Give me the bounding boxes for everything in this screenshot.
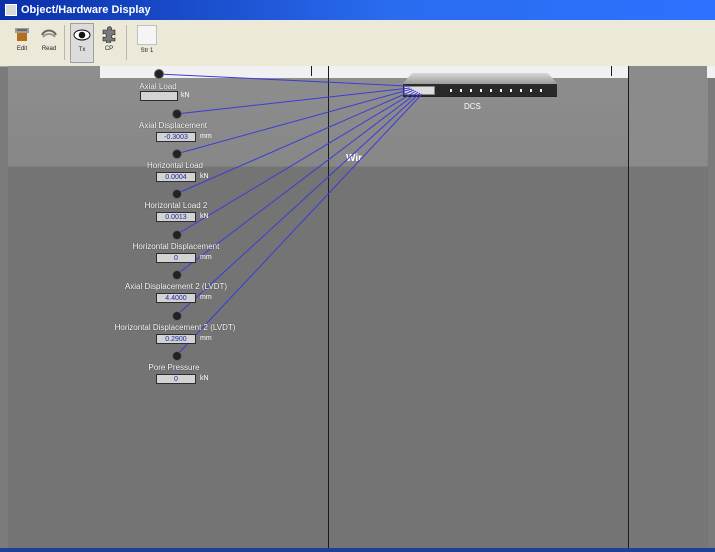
sensor-icon-horizontal-displacement-2[interactable] xyxy=(172,311,182,321)
channel-value-axial-displacement-2[interactable]: 4.4000 xyxy=(156,293,196,303)
channel-value-horizontal-displacement[interactable]: 0 xyxy=(156,253,196,263)
header-divider-2 xyxy=(611,66,612,76)
blank-icon xyxy=(137,25,157,45)
channel-label-horizontal-displacement-2: Horizontal Displacement 2 (LVDT) xyxy=(114,323,236,332)
toolbar-label-tx: Tx xyxy=(78,47,86,53)
window-title: Object/Hardware Display xyxy=(21,4,151,16)
dcs-device-ports xyxy=(450,89,546,92)
puzzle-icon xyxy=(102,26,116,43)
channel-unit-horizontal-displacement: mm xyxy=(200,254,212,261)
channel-unit-horizontal-load: kN xyxy=(200,173,209,180)
eye-icon xyxy=(73,29,91,41)
channel-value-axial-load[interactable] xyxy=(140,91,178,101)
dcs-device-panel xyxy=(404,86,435,95)
display-canvas xyxy=(8,66,708,550)
column-divider-right xyxy=(628,66,629,550)
toolbar-button-str1[interactable]: Str 1 xyxy=(134,23,160,63)
sensor-icon-axial-displacement[interactable] xyxy=(172,109,182,119)
toolbar-label-read: Read xyxy=(41,46,57,52)
canvas-top-strip xyxy=(100,66,715,78)
overlay-text: Wir xyxy=(346,153,363,164)
sensor-icon-axial-load[interactable] xyxy=(154,69,164,79)
channel-label-pore-pressure: Pore Pressure xyxy=(148,363,200,372)
channel-label-horizontal-load: Horizontal Load xyxy=(146,161,204,170)
channel-unit-axial-displacement: mm xyxy=(200,133,212,140)
channel-value-pore-pressure[interactable]: 0 xyxy=(156,374,196,384)
sensor-icon-horizontal-load[interactable] xyxy=(172,149,182,159)
sensor-icon-axial-displacement-2[interactable] xyxy=(172,270,182,280)
channel-label-horizontal-load-2: Horizontal Load 2 xyxy=(144,201,208,210)
channel-label-axial-load: Axial Load xyxy=(139,82,177,91)
channel-value-horizontal-load[interactable]: 0.0004 xyxy=(156,172,196,182)
toolbar-button-edit[interactable]: Edit xyxy=(10,23,34,63)
channel-label-axial-displacement-2: Axial Displacement 2 (LVDT) xyxy=(124,282,228,291)
toolbar-separator-2 xyxy=(126,25,127,60)
right-pane xyxy=(628,66,707,550)
channel-unit-pore-pressure: kN xyxy=(200,375,209,382)
sensor-icon-pore-pressure[interactable] xyxy=(172,351,182,361)
column-divider-left xyxy=(328,66,329,550)
toolbar-button-tx[interactable]: Tx xyxy=(70,23,94,63)
toolbar-separator xyxy=(64,25,65,60)
toolbar-label-str1: Str 1 xyxy=(140,48,154,54)
channel-label-horizontal-displacement: Horizontal Displacement xyxy=(132,242,220,251)
sensor-icon-horizontal-load-2[interactable] xyxy=(172,189,182,199)
channel-value-horizontal-displacement-2[interactable]: 0.2900 xyxy=(156,334,196,344)
status-strip xyxy=(0,548,715,552)
read-icon xyxy=(41,29,57,38)
channel-unit-axial-displacement-2: mm xyxy=(200,294,212,301)
toolbar-label-cp: CP xyxy=(104,46,114,52)
app-icon xyxy=(5,4,17,16)
channel-label-axial-displacement: Axial Displacement xyxy=(138,121,208,130)
toolbar-button-read[interactable]: Read xyxy=(37,23,61,63)
channel-value-horizontal-load-2[interactable]: 0.0013 xyxy=(156,212,196,222)
channel-unit-axial-load: kN xyxy=(181,92,190,99)
device-label: DCS xyxy=(464,102,481,111)
toolbar-label-edit: Edit xyxy=(16,46,28,52)
channel-unit-horizontal-load-2: kN xyxy=(200,213,209,220)
channel-value-axial-displacement[interactable]: -0.3003 xyxy=(156,132,196,142)
sensor-icon-horizontal-displacement[interactable] xyxy=(172,230,182,240)
toolbar-button-cp[interactable]: CP xyxy=(97,23,121,63)
toolbar: Edit Read Tx CP Str 1 xyxy=(0,20,715,67)
header-divider-1 xyxy=(311,66,312,76)
window-titlebar: Object/Hardware Display xyxy=(0,0,715,20)
channel-unit-horizontal-displacement-2: mm xyxy=(200,335,212,342)
edit-icon xyxy=(15,28,29,41)
